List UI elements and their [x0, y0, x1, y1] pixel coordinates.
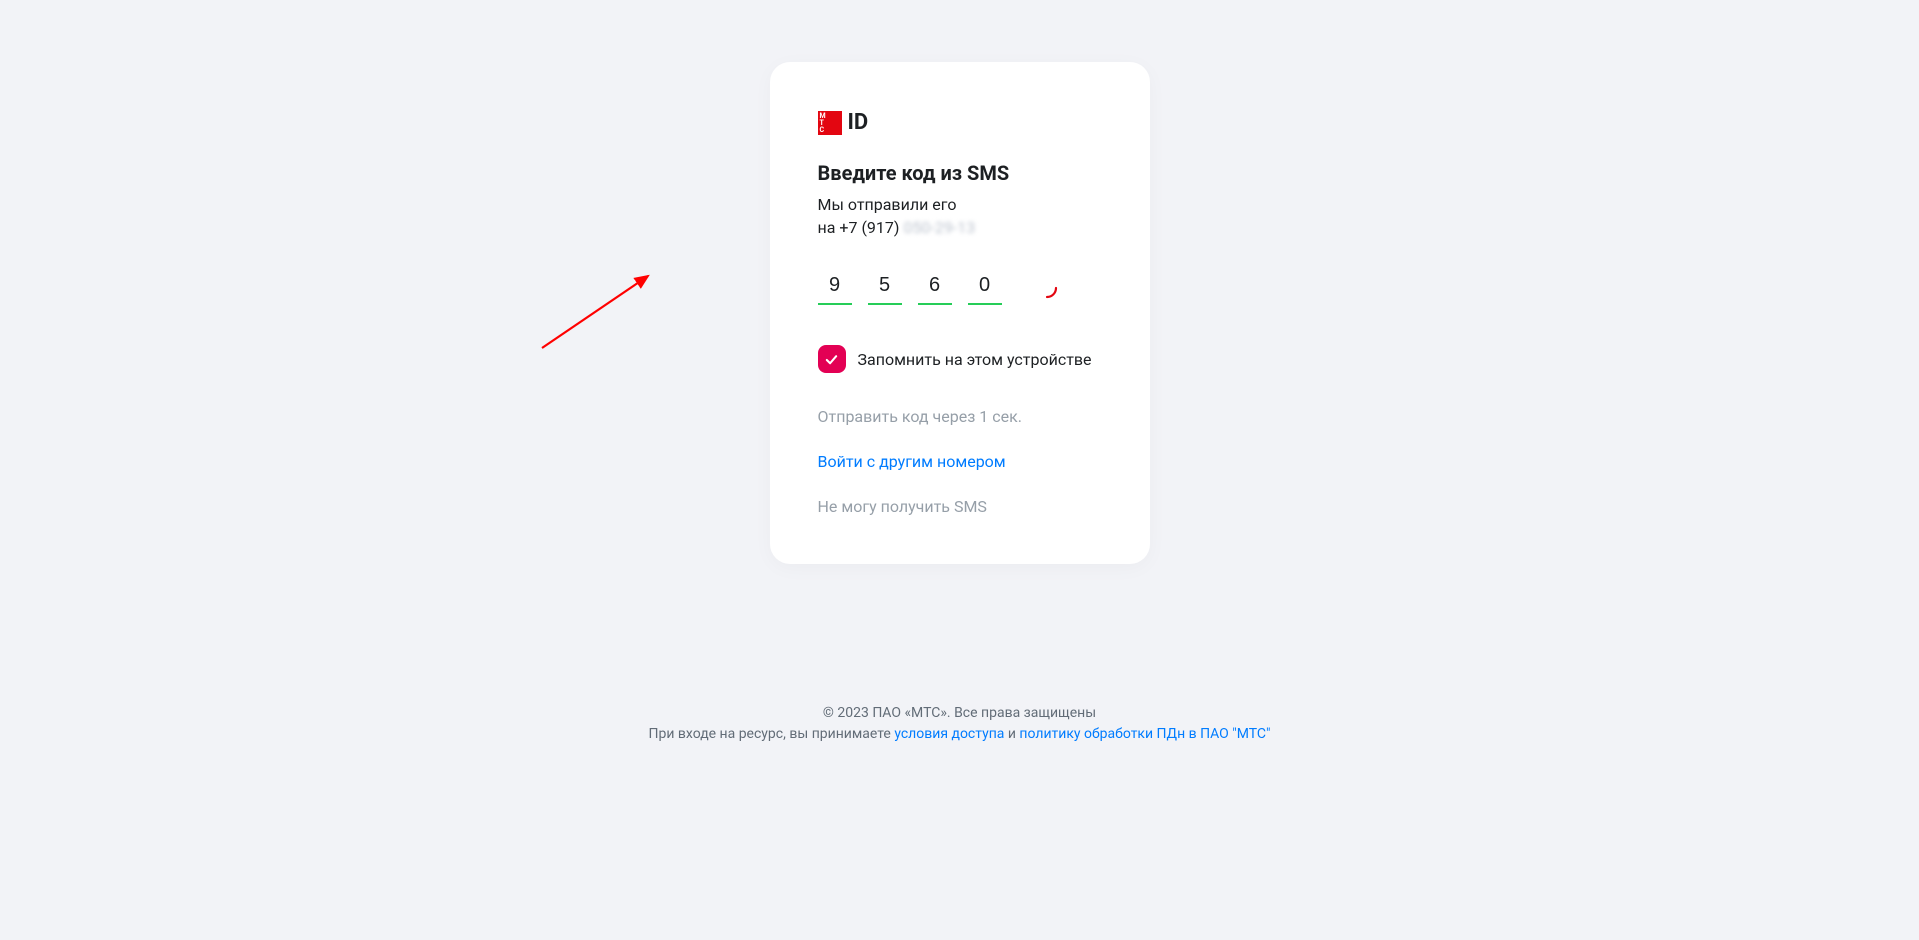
remember-label: Запомнить на этом устройстве — [858, 350, 1092, 369]
code-digit-3[interactable] — [918, 271, 952, 305]
other-number-link[interactable]: Войти с другим номером — [818, 452, 1102, 471]
resend-countdown: Отправить код через 1 сек. — [818, 407, 1102, 426]
annotation-arrow-icon — [534, 246, 664, 360]
subtitle-phone-masked: 050-29-13 — [903, 218, 975, 237]
logo-row: С ID — [818, 110, 1102, 135]
checkmark-icon — [824, 352, 839, 367]
footer-and: и — [1004, 726, 1019, 742]
footer-accept-prefix: При входе на ресурс, вы принимаете — [648, 726, 894, 742]
footer-privacy-link[interactable]: политику обработки ПДн в ПАО "МТС" — [1019, 726, 1270, 742]
code-digit-4[interactable] — [968, 271, 1002, 305]
remember-row: Запомнить на этом устройстве — [818, 345, 1102, 373]
page-footer: © 2023 ПАО «МТС». Все права защищены При… — [0, 703, 1919, 745]
cant-receive-sms-link[interactable]: Не могу получить SMS — [818, 497, 1102, 516]
code-digit-2[interactable] — [868, 271, 902, 305]
remember-checkbox[interactable] — [818, 345, 846, 373]
footer-terms-link[interactable]: условия доступа — [894, 726, 1004, 742]
code-digit-1[interactable] — [818, 271, 852, 305]
loading-spinner-icon — [1036, 277, 1058, 299]
subtitle-phone-prefix: на +7 (917) — [818, 218, 904, 237]
card-title: Введите код из SMS — [818, 161, 1102, 185]
logo-id-text: ID — [848, 110, 869, 135]
sms-verification-card: С ID Введите код из SMS Мы отправили его… — [770, 62, 1150, 564]
card-subtitle: Мы отправили его на +7 (917) 050-29-13 — [818, 193, 1102, 239]
footer-accept-line: При входе на ресурс, вы принимаете услов… — [0, 724, 1919, 745]
mts-logo-icon: С — [818, 111, 842, 135]
code-input-row — [818, 271, 1102, 305]
footer-copyright: © 2023 ПАО «МТС». Все права защищены — [0, 703, 1919, 724]
subtitle-line1: Мы отправили его — [818, 195, 957, 214]
